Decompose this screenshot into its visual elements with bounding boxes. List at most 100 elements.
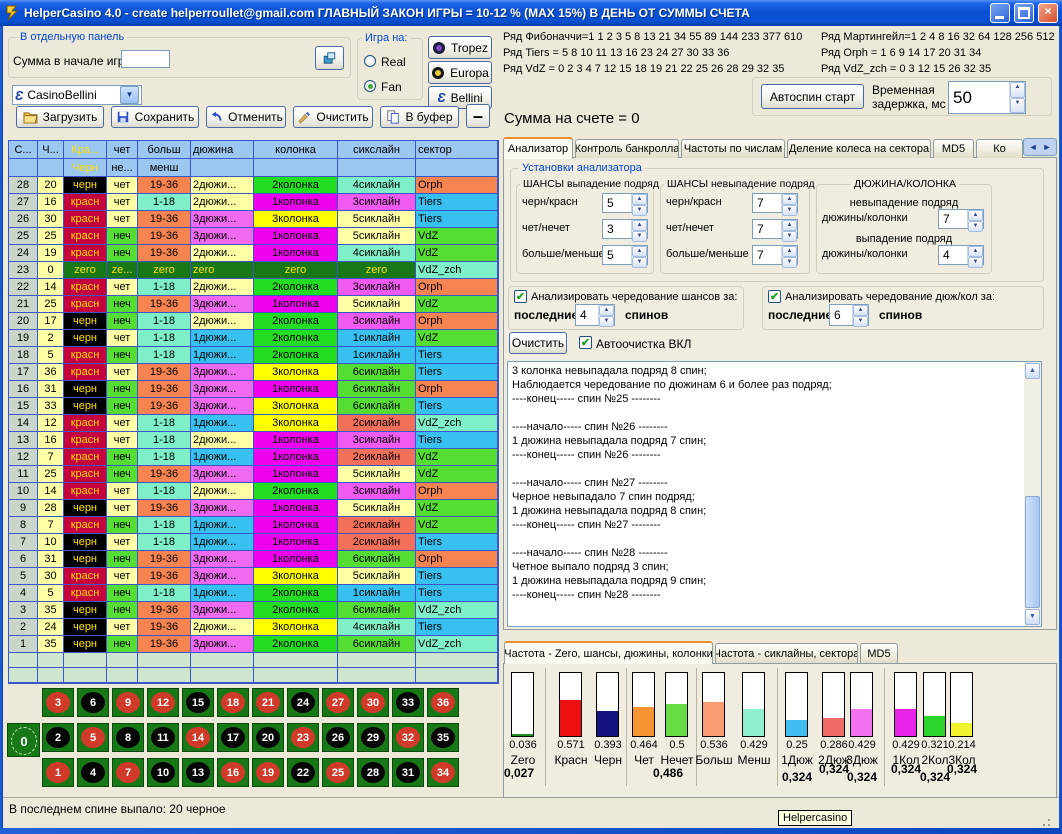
- action-button-3[interactable]: Отменить: [206, 106, 286, 128]
- board-cell-30[interactable]: 30: [357, 688, 389, 717]
- spinner-down-icon[interactable]: ▼: [968, 221, 983, 232]
- board-cell-1[interactable]: 1: [42, 758, 74, 787]
- casino-button-tropez[interactable]: Tropez: [428, 36, 492, 59]
- spinner-up-icon[interactable]: ▲: [853, 305, 868, 316]
- casino-combobox[interactable]: Ɛ CasinoBellini ▼: [12, 85, 142, 105]
- setting-spinner[interactable]: 7▲▼: [752, 245, 798, 265]
- autoclear-checkbox[interactable]: ✔: [579, 336, 592, 349]
- spinner-down-icon[interactable]: ▼: [853, 316, 868, 327]
- casino-button-europa[interactable]: Europa: [428, 61, 492, 84]
- chart-tab-2[interactable]: Частота - сиклайны, сектора: [715, 643, 858, 663]
- board-cell-19[interactable]: 19: [252, 758, 284, 787]
- spinner-up-icon[interactable]: ▲: [1010, 82, 1025, 98]
- board-cell-18[interactable]: 18: [217, 688, 249, 717]
- board-number-10[interactable]: 10: [151, 762, 175, 783]
- spinner-down-icon[interactable]: ▼: [1010, 98, 1025, 114]
- combobox-dropdown-button[interactable]: ▼: [120, 86, 139, 104]
- tab-3[interactable]: Частоты по числам: [681, 139, 785, 158]
- spinner-down-icon[interactable]: ▼: [782, 231, 797, 242]
- board-number-7[interactable]: 7: [116, 762, 140, 783]
- tab-4[interactable]: Деление колеса на сектора: [787, 139, 931, 158]
- setting-spinner[interactable]: 4▲▼: [938, 245, 984, 265]
- board-cell-15[interactable]: 15: [182, 688, 214, 717]
- minimize-button[interactable]: [990, 3, 1010, 23]
- board-cell-11[interactable]: 11: [147, 723, 179, 752]
- board-cell-14[interactable]: 14: [182, 723, 214, 752]
- board-cell-6[interactable]: 6: [77, 688, 109, 717]
- board-cell-22[interactable]: 22: [287, 758, 319, 787]
- spinner-up-icon[interactable]: ▲: [782, 246, 797, 257]
- board-number-29[interactable]: 29: [361, 727, 385, 748]
- board-cell-34[interactable]: 34: [427, 758, 459, 787]
- maximize-button[interactable]: [1014, 3, 1034, 23]
- detach-panel-button[interactable]: [315, 46, 344, 70]
- autospin-start-button[interactable]: Автоспин старт: [761, 84, 864, 109]
- chart-tab-3[interactable]: MD5: [860, 643, 898, 663]
- board-cell-36[interactable]: 36: [427, 688, 459, 717]
- board-number-16[interactable]: 16: [221, 762, 245, 783]
- board-number-31[interactable]: 31: [396, 762, 420, 783]
- board-number-25[interactable]: 25: [326, 762, 350, 783]
- board-number-1[interactable]: 1: [46, 762, 70, 783]
- spinner-up-icon[interactable]: ▲: [782, 220, 797, 231]
- alt-dozens-spinner[interactable]: 6▲▼: [829, 304, 869, 326]
- board-cell-4[interactable]: 4: [77, 758, 109, 787]
- board-number-22[interactable]: 22: [291, 762, 315, 783]
- delay-spinner[interactable]: 50▲▼: [948, 81, 1026, 114]
- board-number-9[interactable]: 9: [116, 692, 140, 713]
- spinner-up-icon[interactable]: ▲: [632, 220, 647, 231]
- radio-real[interactable]: [364, 55, 376, 67]
- board-number-2[interactable]: 2: [46, 727, 70, 748]
- board-cell-3[interactable]: 3: [42, 688, 74, 717]
- tab-2[interactable]: Контроль банкролла: [575, 139, 679, 158]
- spinner-down-icon[interactable]: ▼: [632, 257, 647, 268]
- radio-fan[interactable]: [364, 80, 376, 92]
- spinner-up-icon[interactable]: ▲: [782, 194, 797, 205]
- board-number-6[interactable]: 6: [81, 692, 105, 713]
- board-number-13[interactable]: 13: [186, 762, 210, 783]
- board-number-14[interactable]: 14: [186, 727, 210, 748]
- setting-spinner[interactable]: 7▲▼: [752, 219, 798, 239]
- board-number-21[interactable]: 21: [256, 692, 280, 713]
- tab-scroll-left-icon[interactable]: ◄: [1029, 142, 1038, 152]
- board-number-17[interactable]: 17: [221, 727, 245, 748]
- setting-spinner[interactable]: 5▲▼: [602, 193, 648, 213]
- tab-scroll-buttons[interactable]: ◄ ►: [1023, 138, 1057, 156]
- action-button-5[interactable]: В буфер: [380, 106, 459, 128]
- board-cell-13[interactable]: 13: [182, 758, 214, 787]
- log-scrollbar-thumb[interactable]: [1025, 496, 1040, 608]
- spinner-up-icon[interactable]: ▲: [968, 246, 983, 257]
- spinner-down-icon[interactable]: ▼: [599, 316, 614, 327]
- spinner-up-icon[interactable]: ▲: [632, 194, 647, 205]
- board-number-35[interactable]: 35: [431, 727, 455, 748]
- spinner-up-icon[interactable]: ▲: [599, 305, 614, 316]
- start-sum-input[interactable]: [121, 50, 170, 68]
- action-button-2[interactable]: Сохранить: [111, 106, 199, 128]
- board-cell-12[interactable]: 12: [147, 688, 179, 717]
- board-cell-35[interactable]: 35: [427, 723, 459, 752]
- scroll-down-icon[interactable]: ▼: [1025, 609, 1040, 625]
- board-number-26[interactable]: 26: [326, 727, 350, 748]
- alt-chances-checkbox[interactable]: ✔: [514, 290, 527, 303]
- setting-spinner[interactable]: 3▲▼: [602, 219, 648, 239]
- tab-scroll-right-icon[interactable]: ►: [1043, 142, 1052, 152]
- board-cell-27[interactable]: 27: [322, 688, 354, 717]
- spinner-up-icon[interactable]: ▲: [968, 210, 983, 221]
- collapse-button[interactable]: –: [466, 104, 490, 128]
- tab-5[interactable]: MD5: [933, 139, 974, 158]
- board-number-32[interactable]: 32: [396, 727, 420, 748]
- board-cell-28[interactable]: 28: [357, 758, 389, 787]
- alt-dozens-checkbox[interactable]: ✔: [768, 290, 781, 303]
- board-cell-29[interactable]: 29: [357, 723, 389, 752]
- board-number-30[interactable]: 30: [361, 692, 385, 713]
- board-number-11[interactable]: 11: [151, 727, 175, 748]
- spinner-down-icon[interactable]: ▼: [632, 205, 647, 216]
- board-number-36[interactable]: 36: [431, 692, 455, 713]
- spinner-down-icon[interactable]: ▼: [782, 205, 797, 216]
- setting-spinner[interactable]: 7▲▼: [938, 209, 984, 229]
- setting-spinner[interactable]: 7▲▼: [752, 193, 798, 213]
- tab-6[interactable]: Ко: [976, 139, 1023, 158]
- spinner-down-icon[interactable]: ▼: [632, 231, 647, 242]
- clear-log-button[interactable]: Очистить: [509, 332, 567, 354]
- board-number-4[interactable]: 4: [81, 762, 105, 783]
